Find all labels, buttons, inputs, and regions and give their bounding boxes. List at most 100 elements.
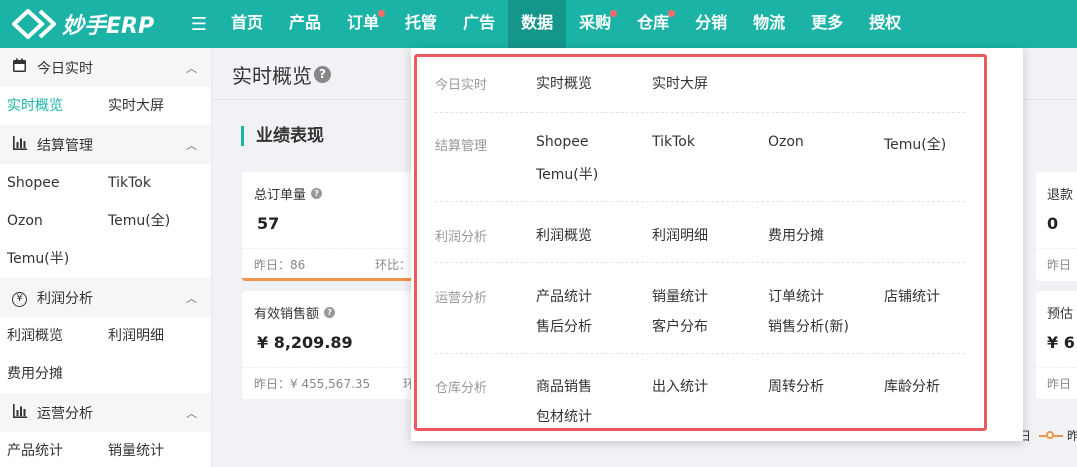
dropdown-separator: [435, 201, 965, 202]
legend-yesterday[interactable]: 昨: [1039, 427, 1077, 444]
help-icon[interactable]: ?: [324, 307, 336, 318]
dropdown-link[interactable]: 订单统计: [768, 286, 824, 306]
sidebar-group-items: 实时概览 实时大屏: [0, 87, 211, 125]
card-title: 预估: [1047, 307, 1074, 322]
calendar-icon: [12, 58, 30, 77]
dropdown-row: 运营分析 产品统计 销量统计 订单统计 店铺统计 售后分析 客户分布 销售分析(新): [417, 286, 990, 346]
bar-chart-icon: [12, 403, 30, 422]
dropdown-link[interactable]: 商品销售: [536, 376, 592, 396]
dropdown-row: 今日实时 实时概览 实时大屏: [417, 73, 990, 103]
dropdown-link[interactable]: 销售分析(新): [768, 316, 849, 336]
menu-toggle-icon[interactable]: ☰: [184, 14, 214, 35]
dropdown-link[interactable]: TikTok: [652, 134, 695, 150]
dropdown-link[interactable]: 周转分析: [768, 376, 824, 396]
card-title: 退款: [1047, 188, 1074, 203]
sidebar-item[interactable]: Temu(半): [0, 240, 101, 278]
sidebar-item[interactable]: 产品统计: [0, 432, 101, 467]
sidebar-group-header[interactable]: ¥ 利润分析 ︿: [0, 278, 211, 317]
sidebar-group-items: 产品统计 销量统计: [0, 432, 211, 467]
data-dropdown-menu: 今日实时 实时概览 实时大屏 结算管理 Shopee TikTok Ozon Temu(全) T…: [411, 48, 1023, 441]
card-yesterday: 昨日: [1047, 377, 1072, 391]
nav-item[interactable]: 广告: [450, 0, 508, 48]
card-title: 有效销售额?: [254, 303, 336, 322]
dropdown-link[interactable]: 客户分布: [652, 316, 708, 336]
sidebar-group-label: 运营分析: [37, 405, 93, 422]
sidebar-group-label: 今日实时: [37, 60, 93, 77]
dropdown-separator: [435, 112, 965, 113]
nav-item[interactable]: 采购: [566, 0, 624, 48]
dropdown-link[interactable]: 利润概览: [536, 225, 592, 245]
chevron-up-icon[interactable]: ︿: [186, 137, 197, 153]
brand-logo[interactable]: 妙手ERP: [0, 8, 180, 40]
sidebar-group-items: 利润概览 利润明细 费用分摊: [0, 317, 211, 393]
page-title: 实时概览 ?: [232, 60, 331, 89]
dropdown-link[interactable]: 包材统计: [536, 406, 592, 426]
chevron-up-icon[interactable]: ︿: [186, 405, 197, 421]
nav-item[interactable]: 数据: [508, 0, 567, 48]
nav-item-label: 物流: [753, 13, 786, 32]
card-divider: [1036, 367, 1077, 368]
sidebar-item[interactable]: 实时大屏: [101, 87, 202, 125]
nav-item[interactable]: 物流: [740, 0, 798, 48]
dropdown-link[interactable]: 实时概览: [536, 73, 592, 93]
highlight-frame: 今日实时 实时概览 实时大屏 结算管理 Shopee TikTok Ozon Temu(全) T…: [414, 54, 987, 431]
nav-item-label: 分销: [695, 13, 728, 32]
dropdown-link[interactable]: Ozon: [768, 134, 804, 150]
nav-item[interactable]: 首页: [218, 0, 276, 48]
dropdown-link[interactable]: 销量统计: [652, 286, 708, 306]
dropdown-row-label: 结算管理: [435, 139, 488, 154]
dropdown-link[interactable]: 利润明细: [652, 225, 708, 245]
dropdown-link[interactable]: Temu(全): [884, 134, 946, 154]
nav-item[interactable]: 分销: [682, 0, 740, 48]
help-icon[interactable]: ?: [314, 66, 331, 83]
notification-dot: [378, 10, 386, 17]
dropdown-row: 仓库分析 商品销售 出入统计 周转分析 库龄分析包材统计: [417, 376, 990, 436]
sidebar-item[interactable]: 费用分摊: [0, 355, 101, 393]
brand-name: 妙手ERP: [62, 14, 155, 39]
nav-item[interactable]: 订单: [334, 0, 392, 48]
dropdown-link[interactable]: 实时大屏: [652, 73, 708, 93]
nav-item[interactable]: 托管: [392, 0, 450, 48]
legend-line-icon: [1039, 430, 1063, 439]
notification-dot: [610, 10, 618, 17]
card-value: ¥ 6: [1047, 333, 1075, 352]
sidebar-item[interactable]: Shopee: [0, 164, 101, 202]
dropdown-separator: [435, 262, 965, 263]
estimate-card[interactable]: 预估 ¥ 6 昨日: [1036, 291, 1077, 399]
dropdown-link[interactable]: 店铺统计: [884, 286, 940, 306]
sidebar-item[interactable]: Temu(全): [101, 202, 202, 240]
nav-item[interactable]: 授权: [856, 0, 914, 48]
dropdown-link[interactable]: Shopee: [536, 134, 588, 150]
dropdown-row-label: 仓库分析: [435, 381, 488, 396]
sidebar-group-header[interactable]: 今日实时 ︿: [0, 48, 211, 87]
dropdown-link[interactable]: 费用分摊: [768, 225, 824, 245]
sidebar-item[interactable]: Ozon: [0, 202, 101, 240]
refund-card[interactable]: 退款 0 昨日: [1036, 172, 1077, 281]
dropdown-link[interactable]: 产品统计: [536, 286, 592, 306]
card-yesterday: 昨日: [1047, 258, 1072, 272]
help-icon[interactable]: ?: [311, 188, 323, 199]
dropdown-link[interactable]: 售后分析: [536, 316, 592, 336]
chevron-up-icon[interactable]: ︿: [186, 290, 197, 306]
sidebar-item[interactable]: TikTok: [101, 164, 202, 202]
sidebar-item[interactable]: 利润明细: [101, 317, 202, 355]
card-title: 总订单量?: [254, 184, 323, 203]
nav-item-label: 产品: [289, 13, 322, 32]
dropdown-link[interactable]: 库龄分析: [884, 376, 940, 396]
dropdown-link[interactable]: 出入统计: [652, 376, 708, 396]
nav-item-label: 广告: [463, 13, 496, 32]
nav-item-label: 托管: [405, 13, 438, 32]
nav-item[interactable]: 更多: [798, 0, 856, 48]
card-value: ¥ 8,209.89: [257, 333, 353, 352]
card-ratio: 环比：: [375, 258, 412, 272]
nav-item[interactable]: 产品: [276, 0, 334, 48]
nav-item[interactable]: 仓库: [624, 0, 682, 48]
nav-item-label: 仓库: [637, 13, 670, 32]
sidebar-item[interactable]: 实时概览: [0, 87, 101, 125]
dropdown-link[interactable]: Temu(半): [536, 164, 598, 184]
sidebar-item[interactable]: 利润概览: [0, 317, 101, 355]
sidebar-item[interactable]: 销量统计: [101, 432, 202, 467]
sidebar-group-header[interactable]: 运营分析 ︿: [0, 393, 211, 432]
sidebar-group-header[interactable]: 结算管理 ︿: [0, 125, 211, 164]
chevron-up-icon[interactable]: ︿: [186, 60, 197, 76]
